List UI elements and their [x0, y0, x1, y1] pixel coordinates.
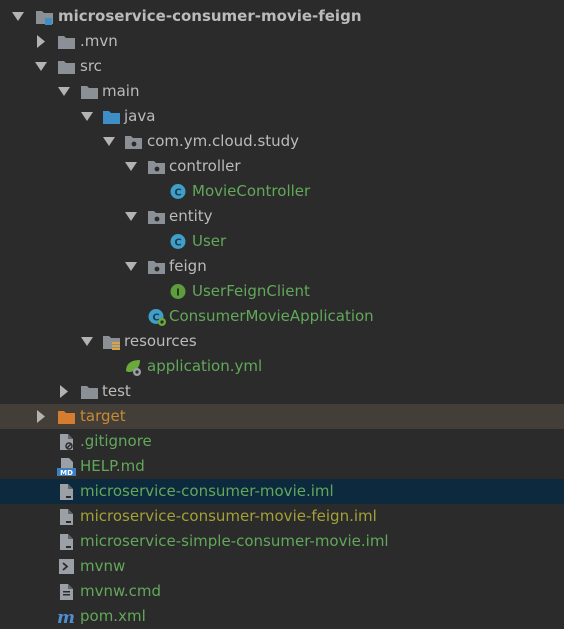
excluded-folder-icon	[57, 404, 77, 429]
tree-row-mvnw[interactable]: mvnw	[0, 554, 564, 579]
expanded-arrow-icon[interactable]	[57, 79, 71, 104]
tree-item-label: entity	[169, 207, 213, 225]
expanded-arrow-icon[interactable]	[80, 104, 94, 129]
svg-text:MD: MD	[60, 469, 73, 477]
collapsed-arrow-icon[interactable]	[34, 29, 48, 54]
tree-row-java[interactable]: java	[0, 104, 564, 129]
folder-icon	[57, 54, 77, 79]
package-icon	[124, 129, 144, 154]
expanded-arrow-icon[interactable]	[34, 54, 48, 79]
tree-row-user[interactable]: C User	[0, 229, 564, 254]
tree-item-label: UserFeignClient	[192, 282, 310, 300]
project-root-label: microservice-consumer-movie-feign	[58, 7, 362, 25]
tree-row-com-ym-cloud-study[interactable]: com.ym.cloud.study	[0, 129, 564, 154]
folder-icon	[80, 79, 100, 104]
spring-boot-class-icon: C	[147, 304, 167, 329]
tree-row-resources[interactable]: resources	[0, 329, 564, 354]
collapsed-arrow-icon[interactable]	[57, 379, 71, 404]
expanded-arrow-icon[interactable]	[11, 4, 25, 29]
svg-text:C: C	[174, 188, 181, 199]
tree-row-test[interactable]: test	[0, 379, 564, 404]
tree-item-label: ConsumerMovieApplication	[169, 307, 374, 325]
tree-item-label: resources	[124, 332, 197, 350]
tree-row-microservice-simple-consumer-movie-iml[interactable]: microservice-simple-consumer-movie.iml	[0, 529, 564, 554]
tree-row-project-root[interactable]: microservice-consumer-movie-feign	[0, 4, 564, 29]
tree-row-moviecontroller[interactable]: C MovieController	[0, 179, 564, 204]
tree-item-label: .gitignore	[80, 432, 152, 450]
tree-row-userfeignclient[interactable]: I UserFeignClient	[0, 279, 564, 304]
svg-text:m: m	[57, 608, 75, 628]
project-tree-panel: microservice-consumer-movie-feign .mvn sr…	[0, 0, 564, 629]
tree-row-mvnw-cmd[interactable]: mvnw.cmd	[0, 579, 564, 604]
tree-row-feign[interactable]: feign	[0, 254, 564, 279]
maven-pom-icon: m	[57, 604, 77, 629]
tree-row-application-yml[interactable]: application.yml	[0, 354, 564, 379]
tree-row-microservice-consumer-movie-iml[interactable]: microservice-consumer-movie.iml	[0, 479, 564, 504]
tree-row-src[interactable]: src	[0, 54, 564, 79]
tree-item-label: feign	[169, 257, 207, 275]
shell-file-icon	[57, 554, 77, 579]
tree-item-label: User	[192, 232, 227, 250]
folder-icon	[57, 29, 77, 54]
tree-item-label: main	[102, 82, 140, 100]
svg-text:I: I	[176, 288, 180, 299]
tree-item-label: java	[124, 107, 156, 125]
expanded-arrow-icon[interactable]	[124, 204, 138, 229]
tree-item-label: application.yml	[147, 357, 263, 375]
tree-item-label: com.ym.cloud.study	[147, 132, 300, 150]
expanded-arrow-icon[interactable]	[124, 254, 138, 279]
gitignore-file-icon	[57, 429, 77, 454]
iml-file-icon	[57, 479, 77, 504]
tree-row-pom-xml[interactable]: m pom.xml	[0, 604, 564, 629]
tree-item-label: src	[80, 57, 102, 75]
collapsed-arrow-icon[interactable]	[34, 404, 48, 429]
yml-file-icon	[124, 354, 144, 379]
module-folder-icon	[35, 4, 55, 29]
tree-item-label: microservice-consumer-movie-feign.iml	[80, 507, 377, 525]
tree-item-label: mvnw.cmd	[80, 582, 162, 600]
source-folder-icon	[102, 104, 122, 129]
tree-item-label: target	[80, 407, 126, 425]
expanded-arrow-icon[interactable]	[124, 154, 138, 179]
tree-item-label: pom.xml	[80, 607, 146, 625]
tree-row-help-md[interactable]: MD HELP.md	[0, 454, 564, 479]
class-icon: C	[169, 229, 189, 254]
package-icon	[147, 154, 167, 179]
expanded-arrow-icon[interactable]	[102, 129, 116, 154]
cmd-file-icon	[57, 579, 77, 604]
package-icon	[147, 204, 167, 229]
tree-item-label: MovieController	[192, 182, 311, 200]
tree-row-microservice-consumer-movie-feign-iml[interactable]: microservice-consumer-movie-feign.iml	[0, 504, 564, 529]
tree-item-label: test	[102, 382, 131, 400]
tree-item-label: microservice-consumer-movie.iml	[80, 482, 334, 500]
folder-icon	[80, 379, 100, 404]
class-icon: C	[169, 179, 189, 204]
tree-item-label: microservice-simple-consumer-movie.iml	[80, 532, 389, 550]
expanded-arrow-icon[interactable]	[80, 329, 94, 354]
tree-item-label: mvnw	[80, 557, 126, 575]
tree-row-target[interactable]: target	[0, 404, 564, 429]
iml-file-icon	[57, 529, 77, 554]
tree-item-label: controller	[169, 157, 241, 175]
resources-folder-icon	[102, 329, 122, 354]
tree-row-consumermovieapplication[interactable]: C ConsumerMovieApplication	[0, 304, 564, 329]
package-icon	[147, 254, 167, 279]
tree-row-gitignore[interactable]: .gitignore	[0, 429, 564, 454]
tree-item-label: .mvn	[80, 32, 118, 50]
markdown-file-icon: MD	[57, 454, 77, 479]
tree-row-main[interactable]: main	[0, 79, 564, 104]
tree-item-label: HELP.md	[80, 457, 145, 475]
svg-text:C: C	[174, 238, 181, 249]
iml-file-icon	[57, 504, 77, 529]
interface-icon: I	[169, 279, 189, 304]
tree-row-controller[interactable]: controller	[0, 154, 564, 179]
tree-row-mvn[interactable]: .mvn	[0, 29, 564, 54]
tree-row-entity[interactable]: entity	[0, 204, 564, 229]
